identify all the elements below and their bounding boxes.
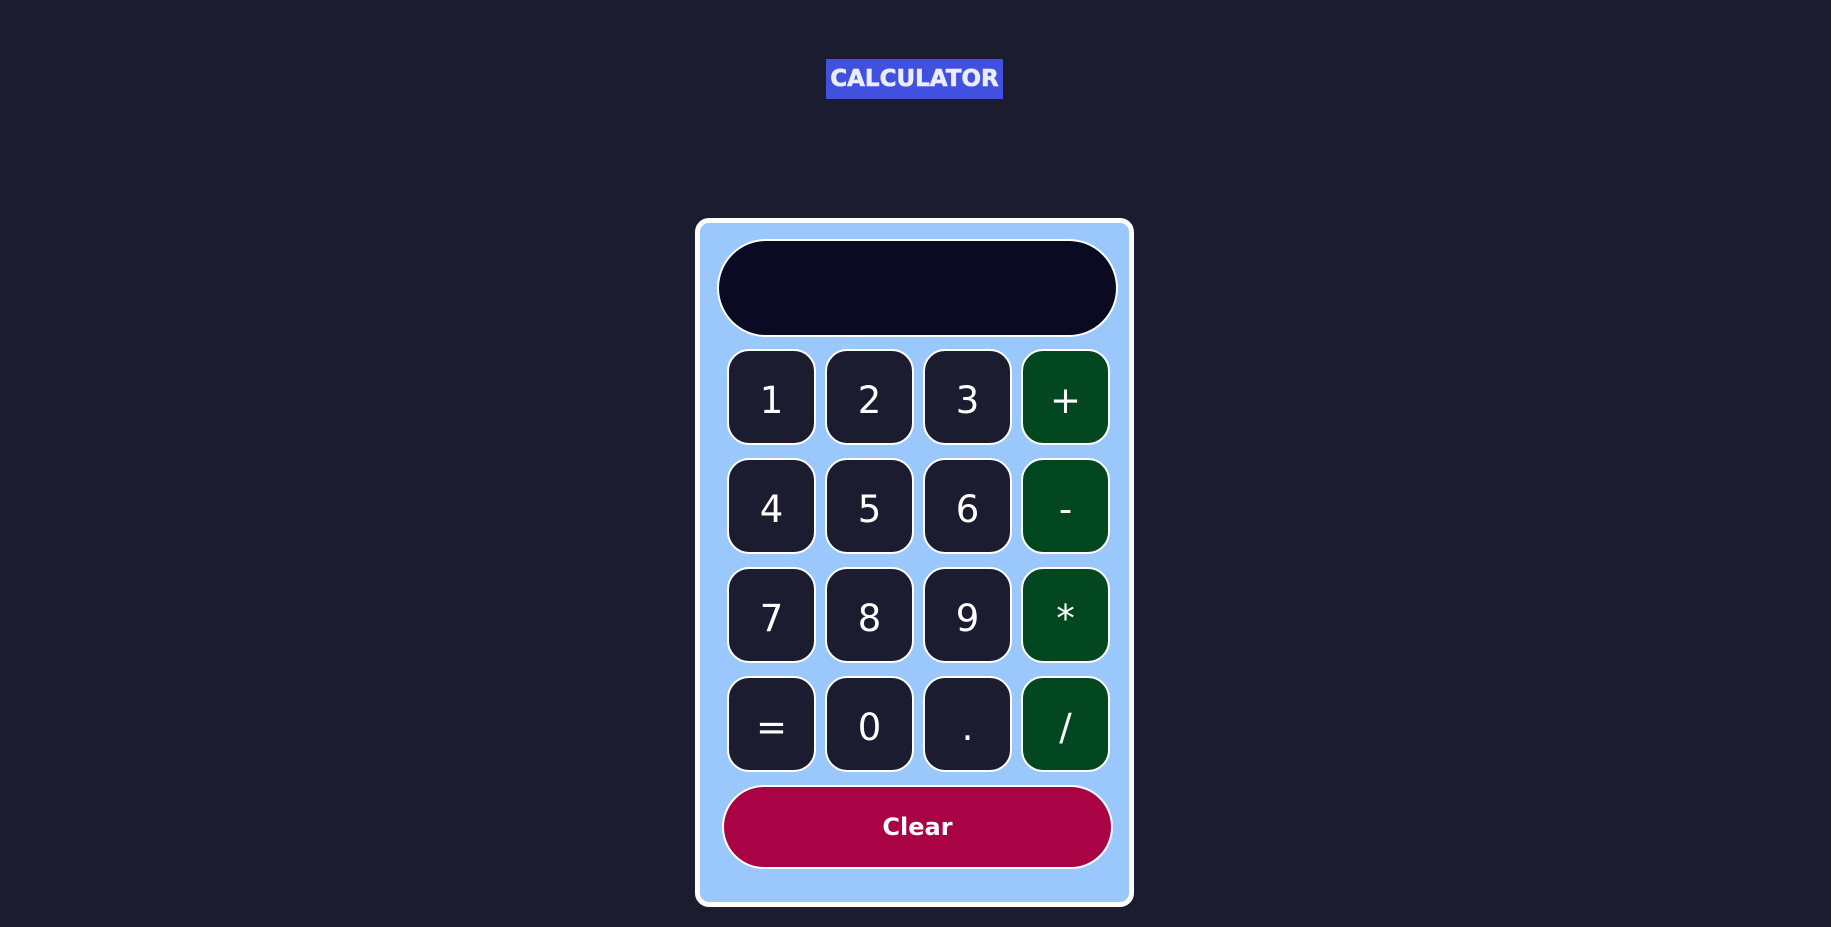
key-5[interactable]: 5 <box>825 458 914 554</box>
key-subtract[interactable]: - <box>1021 458 1110 554</box>
key-decimal[interactable]: . <box>923 676 1012 772</box>
key-7[interactable]: 7 <box>727 567 816 663</box>
keypad: 1 2 3 + 4 5 6 - 7 8 9 * = 0 . / <box>727 349 1110 772</box>
key-add[interactable]: + <box>1021 349 1110 445</box>
key-2[interactable]: 2 <box>825 349 914 445</box>
key-divide[interactable]: / <box>1021 676 1110 772</box>
key-1[interactable]: 1 <box>727 349 816 445</box>
key-9[interactable]: 9 <box>923 567 1012 663</box>
calculator-display <box>717 239 1118 337</box>
key-3[interactable]: 3 <box>923 349 1012 445</box>
key-multiply[interactable]: * <box>1021 567 1110 663</box>
calculator-body: 1 2 3 + 4 5 6 - 7 8 9 * = 0 . / Clear <box>695 218 1134 907</box>
key-4[interactable]: 4 <box>727 458 816 554</box>
key-0[interactable]: 0 <box>825 676 914 772</box>
key-8[interactable]: 8 <box>825 567 914 663</box>
page-title: CALCULATOR <box>826 59 1003 99</box>
clear-button[interactable]: Clear <box>722 785 1113 869</box>
key-equals[interactable]: = <box>727 676 816 772</box>
key-6[interactable]: 6 <box>923 458 1012 554</box>
